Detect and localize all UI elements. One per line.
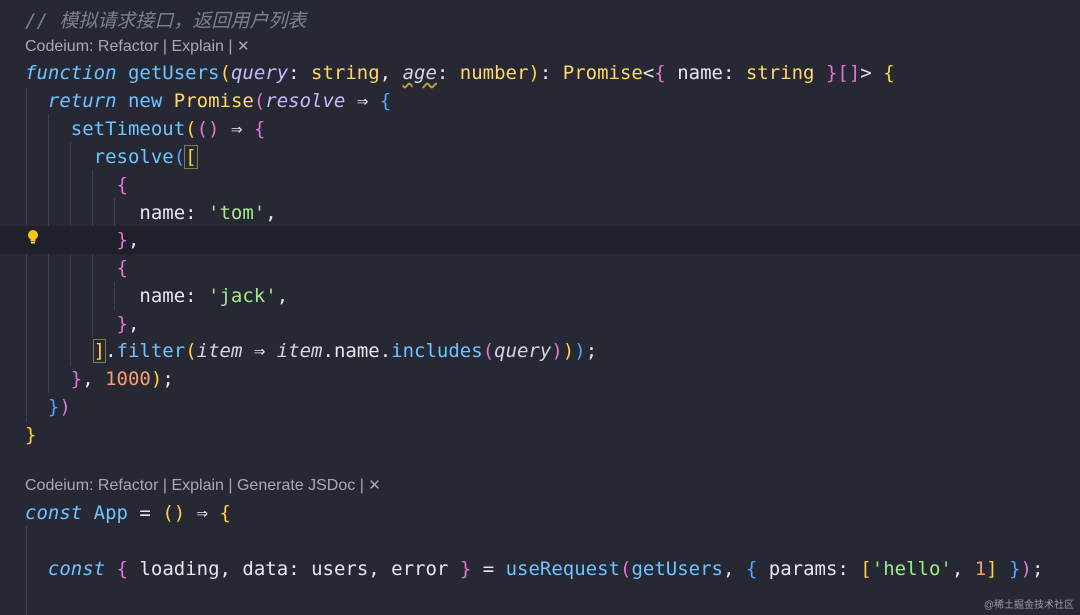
codelens-separator: |	[223, 477, 237, 494]
codelens-refactor-link[interactable]: Refactor	[98, 38, 158, 55]
codelens-refactor-link[interactable]: Refactor	[98, 477, 158, 494]
code-token-type: number	[459, 62, 529, 84]
code-token-number: 1	[974, 558, 987, 580]
code-token-function-name: getUsers	[127, 62, 220, 84]
code-token-function-name: resolve	[93, 146, 174, 168]
code-token-keyword: function	[25, 62, 117, 84]
code-token-property: data	[242, 558, 289, 580]
code-token-property: name	[139, 285, 186, 307]
code-line[interactable]: name: 'tom',	[0, 199, 1080, 227]
code-token-variable: query	[494, 340, 552, 362]
code-token-variable: error	[391, 558, 449, 580]
code-token-function-ref: getUsers	[631, 558, 723, 580]
code-line[interactable]: {	[0, 171, 1080, 199]
codelens-generate-jsdoc-link[interactable]: Generate JSDoc	[237, 477, 355, 494]
code-token-param: resolve	[265, 90, 346, 112]
codelens-prefix: Codeium:	[25, 38, 98, 55]
code-line[interactable]: },	[0, 310, 1080, 338]
code-editor[interactable]: // 模拟请求接口，返回用户列表 Codeium: Refactor | Exp…	[0, 0, 1080, 615]
code-line[interactable]: name: 'jack',	[0, 282, 1080, 310]
code-token-property: name	[677, 62, 723, 84]
codelens-separator: |	[355, 477, 369, 494]
codelens-separator: |	[158, 477, 172, 494]
code-token-variable: loading	[139, 558, 220, 580]
code-token-string: 'jack'	[208, 285, 277, 307]
code-token-function-name: setTimeout	[70, 118, 186, 140]
code-token-type: Promise	[562, 62, 643, 84]
code-line[interactable]: {	[0, 254, 1080, 282]
codelens-app: Codeium: Refactor | Explain | Generate J…	[0, 474, 1080, 498]
code-token-keyword: new	[127, 90, 163, 112]
code-token-param: item	[196, 340, 243, 362]
codelens-prefix: Codeium:	[25, 477, 98, 494]
code-line[interactable]: }	[0, 421, 1080, 449]
codelens-close-icon[interactable]: ✕	[237, 38, 250, 55]
code-token-keyword: const	[25, 502, 83, 524]
code-line-comment[interactable]: // 模拟请求接口，返回用户列表	[0, 7, 1080, 35]
code-token-string: 'hello'	[871, 558, 952, 580]
codelens-explain-link[interactable]: Explain	[171, 38, 223, 55]
code-line[interactable]: const App = () ⇒ {	[0, 499, 1080, 527]
code-token-method: filter	[116, 340, 186, 362]
code-token-string: 'tom'	[208, 202, 266, 224]
code-line[interactable]: ].filter(item ⇒ item.name.includes(query…	[0, 337, 1080, 365]
code-token-number: 1000	[105, 368, 151, 390]
code-token-property: name	[333, 340, 380, 362]
code-token-function-name: App	[93, 502, 128, 524]
code-token-variable: users	[311, 558, 369, 580]
codelens-getusers: Codeium: Refactor | Explain | ✕	[0, 35, 1080, 59]
code-line[interactable]: }, 1000);	[0, 365, 1080, 393]
code-line[interactable]: const { loading, data: users, error } = …	[0, 555, 1080, 583]
code-token-param-warning: age	[402, 62, 437, 84]
codelens-separator: |	[223, 38, 237, 55]
code-line-active[interactable]: },	[0, 226, 1080, 254]
codelens-close-icon[interactable]: ✕	[368, 477, 381, 494]
code-line[interactable]: return new Promise(resolve ⇒ {	[0, 87, 1080, 115]
lightbulb-icon[interactable]	[26, 228, 40, 244]
code-token-param: query	[230, 62, 289, 84]
code-comment: // 模拟请求接口，返回用户列表	[25, 10, 307, 32]
code-line[interactable]: setTimeout(() ⇒ {	[0, 115, 1080, 143]
code-token-type: string	[745, 62, 815, 84]
code-line[interactable]: })	[0, 393, 1080, 421]
code-token-keyword: return	[47, 90, 117, 112]
codelens-explain-link[interactable]: Explain	[171, 477, 223, 494]
code-token-method: includes	[391, 340, 483, 362]
code-token-type: Promise	[173, 90, 254, 112]
code-token-variable: item	[276, 340, 323, 362]
code-line[interactable]: function getUsers(query: string, age: nu…	[0, 59, 1080, 87]
code-token-type: string	[311, 62, 380, 84]
code-token-property: params	[768, 558, 838, 580]
watermark: @稀土掘金技术社区	[983, 600, 1074, 611]
code-token-property: name	[139, 202, 186, 224]
codelens-separator: |	[158, 38, 172, 55]
code-line[interactable]: resolve([	[0, 143, 1080, 171]
code-token-keyword: const	[47, 558, 106, 580]
code-token-function-name: useRequest	[505, 558, 620, 580]
